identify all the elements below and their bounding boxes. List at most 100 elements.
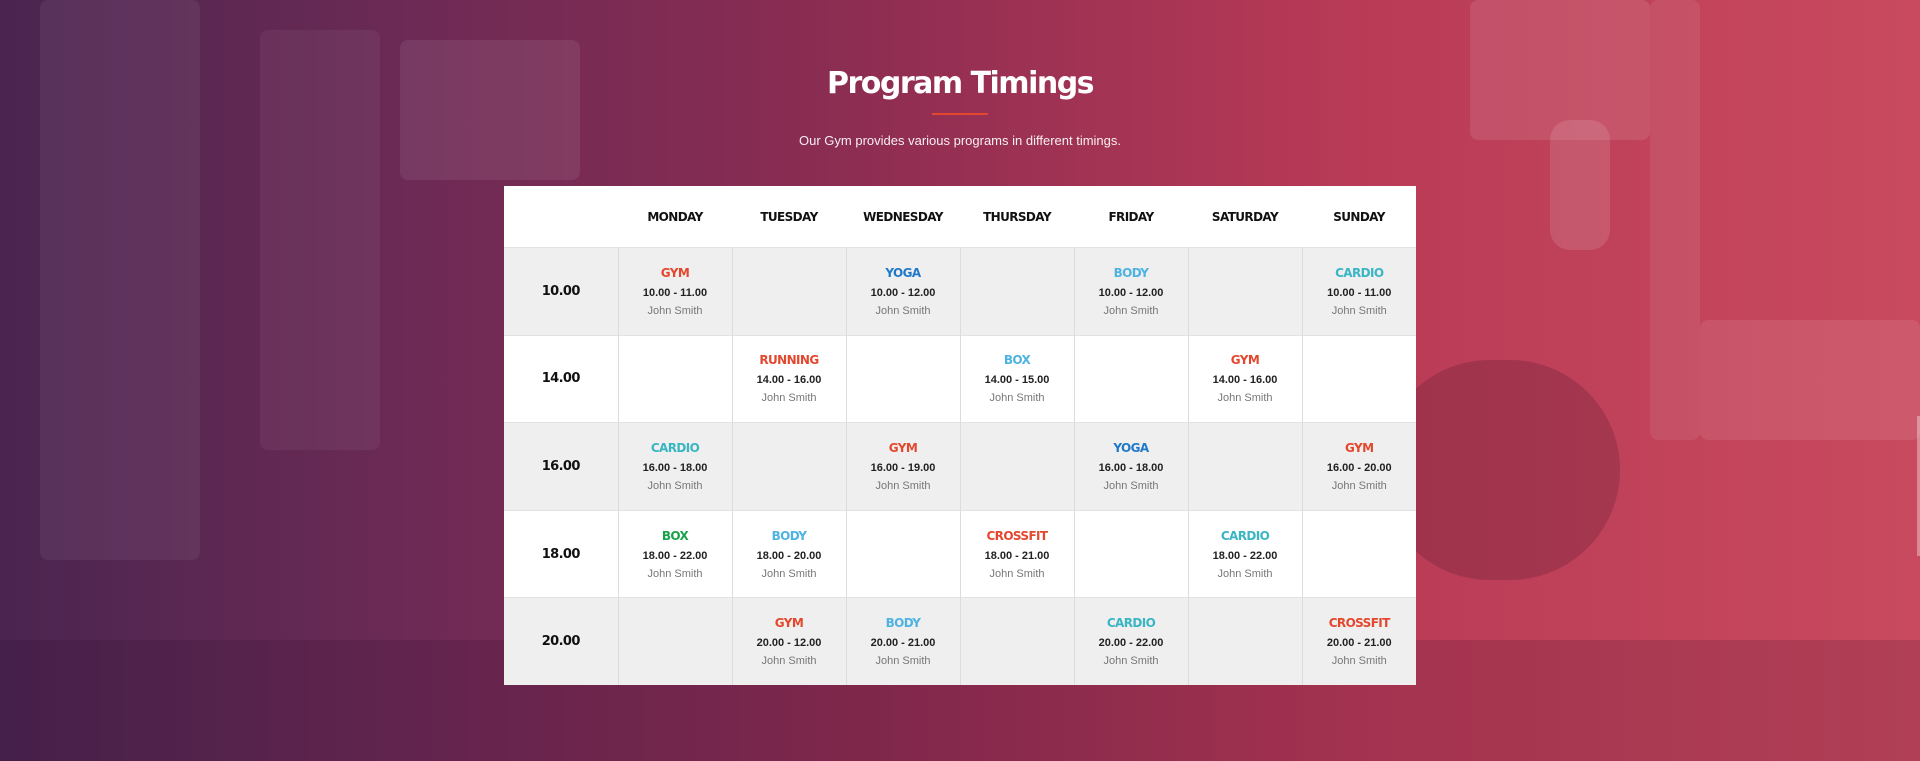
program-name: GYM [1230, 353, 1260, 368]
program-trainer: John Smith [1331, 655, 1387, 668]
program-trainer: John Smith [1103, 479, 1159, 492]
program-cell[interactable]: BOX 18.00 - 22.00 John Smith [617, 509, 732, 598]
program-cell[interactable]: GYM 16.00 - 19.00 John Smith [845, 422, 960, 511]
program-time-range: 14.00 - 16.00 [1212, 374, 1278, 387]
program-time-range: 16.00 - 20.00 [1326, 461, 1392, 474]
program-cell[interactable]: YOGA 10.00 - 12.00 John Smith [845, 247, 960, 336]
program-name: YOGA [1113, 440, 1149, 455]
empty-cell [959, 247, 1074, 336]
program-cell[interactable]: CROSSFIT 20.00 - 21.00 John Smith [1301, 597, 1416, 686]
program-time-range: 10.00 - 12.00 [1098, 286, 1164, 299]
day-header: FRIDAY [1074, 186, 1188, 248]
day-header: TUESDAY [732, 186, 846, 248]
program-name: BODY [771, 528, 807, 543]
table-row: 10.00 GYM 10.00 - 11.00 John Smith YOGA 10.00… [504, 247, 1416, 336]
program-trainer: John Smith [1103, 304, 1159, 317]
program-time-range: 10.00 - 12.00 [870, 286, 936, 299]
program-trainer: John Smith [647, 567, 703, 580]
time-slot-label: 10.00 [504, 247, 618, 336]
program-name: RUNNING [759, 353, 819, 368]
section-header: Program Timings Our Gym provides various… [0, 62, 1920, 148]
program-cell[interactable]: BODY 10.00 - 12.00 John Smith [1073, 247, 1188, 336]
program-trainer: John Smith [1331, 479, 1387, 492]
program-time-range: 16.00 - 18.00 [642, 461, 708, 474]
page-title: Program Timings [826, 66, 1095, 101]
program-time-range: 18.00 - 22.00 [642, 549, 708, 562]
program-cell[interactable]: CARDIO 20.00 - 22.00 John Smith [1073, 597, 1188, 686]
program-cell[interactable]: BODY 20.00 - 21.00 John Smith [845, 597, 960, 686]
empty-cell [1073, 334, 1188, 423]
program-name: CARDIO [650, 440, 700, 455]
program-trainer: John Smith [875, 479, 931, 492]
program-time-range: 20.00 - 21.00 [1326, 637, 1392, 650]
program-name: BOX [661, 528, 689, 543]
program-trainer: John Smith [761, 392, 817, 405]
program-name: CARDIO [1220, 528, 1270, 543]
empty-cell [845, 334, 960, 423]
program-cell[interactable]: BODY 18.00 - 20.00 John Smith [731, 509, 846, 598]
program-trainer: John Smith [1217, 392, 1273, 405]
table-row: 20.00 GYM 20.00 - 12.00 John Smith BODY 20.00… [504, 597, 1416, 686]
program-trainer: John Smith [989, 392, 1045, 405]
program-cell[interactable]: GYM 20.00 - 12.00 John Smith [731, 597, 846, 686]
program-cell[interactable]: YOGA 16.00 - 18.00 John Smith [1073, 422, 1188, 511]
empty-cell [1301, 334, 1416, 423]
time-slot-label: 20.00 [504, 597, 618, 686]
program-name: BODY [1113, 265, 1149, 280]
program-time-range: 10.00 - 11.00 [642, 286, 708, 299]
day-header: SUNDAY [1302, 186, 1416, 248]
program-trainer: John Smith [989, 567, 1045, 580]
background-blur-shape [1700, 320, 1920, 440]
program-trainer: John Smith [1103, 655, 1159, 668]
program-name: CARDIO [1335, 265, 1384, 280]
section-subtitle: Our Gym provides various programs in dif… [799, 133, 1121, 148]
table-row: 14.00 RUNNING 14.00 - 16.00 John Smith BOX 14… [504, 334, 1416, 423]
program-trainer: John Smith [647, 479, 703, 492]
program-name: CROSSFIT [986, 528, 1048, 543]
day-header: THURSDAY [960, 186, 1074, 248]
program-time-range: 18.00 - 21.00 [984, 549, 1050, 562]
program-timetable: MONDAY TUESDAY WEDNESDAY THURSDAY FRIDAY… [504, 186, 1416, 686]
program-trainer: John Smith [875, 304, 931, 317]
empty-cell [845, 509, 960, 598]
program-name: GYM [1345, 440, 1374, 455]
program-time-range: 16.00 - 18.00 [1098, 461, 1164, 474]
program-name: CARDIO [1106, 616, 1156, 631]
program-cell[interactable]: BOX 14.00 - 15.00 John Smith [959, 334, 1074, 423]
program-trainer: John Smith [761, 655, 817, 668]
empty-cell [1073, 509, 1188, 598]
program-name: GYM [774, 616, 804, 631]
empty-cell [1187, 597, 1302, 686]
time-header-empty [504, 186, 618, 248]
program-trainer: John Smith [647, 304, 703, 317]
table-row: 16.00 CARDIO 16.00 - 18.00 John Smith GYM 16.… [504, 422, 1416, 511]
day-header: MONDAY [618, 186, 732, 248]
program-cell[interactable]: GYM 10.00 - 11.00 John Smith [617, 247, 732, 336]
program-time-range: 20.00 - 21.00 [870, 637, 936, 650]
program-cell[interactable]: CARDIO 10.00 - 11.00 John Smith [1301, 247, 1416, 336]
program-cell[interactable]: CROSSFIT 18.00 - 21.00 John Smith [959, 509, 1074, 598]
program-time-range: 14.00 - 15.00 [984, 374, 1050, 387]
empty-cell [731, 247, 846, 336]
empty-cell [617, 597, 732, 686]
program-cell[interactable]: CARDIO 18.00 - 22.00 John Smith [1187, 509, 1302, 598]
time-slot-label: 16.00 [504, 422, 618, 511]
program-time-range: 10.00 - 11.00 [1327, 286, 1392, 299]
background-blur-shape [1380, 360, 1620, 580]
program-trainer: John Smith [1331, 304, 1387, 317]
program-cell[interactable]: GYM 14.00 - 16.00 John Smith [1187, 334, 1302, 423]
program-cell[interactable]: GYM 16.00 - 20.00 John Smith [1301, 422, 1416, 511]
time-slot-label: 18.00 [504, 509, 618, 598]
empty-cell [959, 597, 1074, 686]
program-cell[interactable]: RUNNING 14.00 - 16.00 John Smith [731, 334, 846, 423]
empty-cell [1301, 509, 1416, 598]
empty-cell [731, 422, 846, 511]
empty-cell [617, 334, 732, 423]
program-time-range: 18.00 - 20.00 [756, 549, 822, 562]
program-cell[interactable]: CARDIO 16.00 - 18.00 John Smith [617, 422, 732, 511]
program-time-range: 18.00 - 22.00 [1212, 549, 1278, 562]
program-time-range: 14.00 - 16.00 [756, 374, 822, 387]
program-time-range: 16.00 - 19.00 [870, 461, 936, 474]
program-time-range: 20.00 - 12.00 [756, 637, 822, 650]
empty-cell [1187, 247, 1302, 336]
